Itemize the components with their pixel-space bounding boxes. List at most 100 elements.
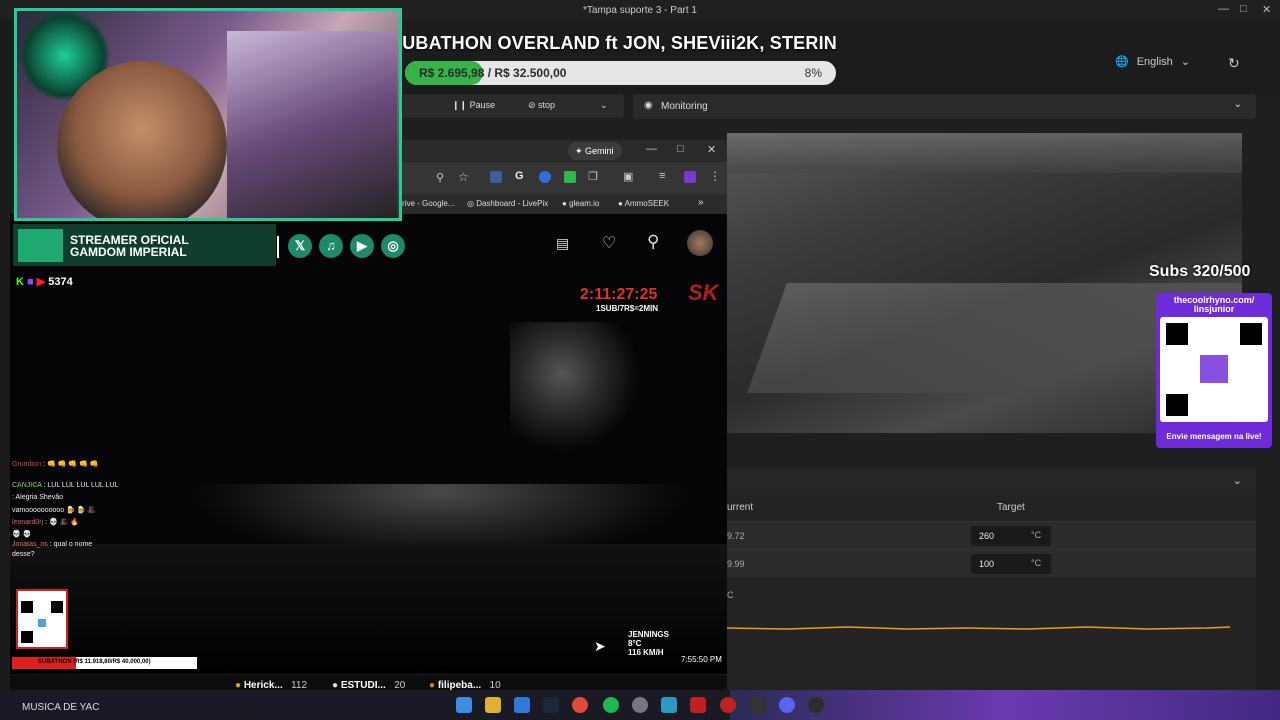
monitoring-panel-header[interactable]: ◉ Monitoring ⌄ [633,94,1256,119]
qr-message-card: thecoolrhyno.com/ linsjunior Envie mensa… [1156,293,1272,448]
bookmark-item[interactable]: rive - Google... [402,199,454,208]
subathon-title: SUBATHON OVERLAND ft JON, SHEViii2K, STE… [390,33,837,53]
bookmark-label: AmmoSEEK [624,199,670,208]
temperature-line [727,626,1231,630]
qr-center [38,619,46,627]
chat-message: CANJICA : LUL LUL LUL LUL LUL [12,482,118,489]
minimize-icon[interactable]: — [1218,3,1229,15]
hud-speed: 116 KM/H [628,648,664,657]
current-temp: 9.72 [727,531,745,541]
viewer-number: 5374 [48,276,73,288]
banner-line2: GAMDOM IMPERIAL [70,245,187,259]
tiktok-icon[interactable]: ♫ [319,234,343,258]
mouse-cursor-icon: ➤ [594,638,606,654]
gemini-button[interactable]: ✦ Gemini [568,142,622,160]
qr-logo [1200,355,1228,383]
bookmark-label: gleam.io [569,199,600,208]
screenshot-icon[interactable]: ▣ [623,170,633,183]
viewer-count: K ■ ▶ 5374 [16,275,73,288]
extension-icon[interactable] [684,171,696,183]
reading-list-icon[interactable]: ≡ [659,170,665,182]
refresh-icon[interactable]: ↻ [1228,55,1240,72]
extension-icon[interactable] [564,171,576,183]
grammarly-icon[interactable]: G [515,170,524,182]
language-selector[interactable]: 🌐 English ⌄ [1115,55,1190,69]
chevron-down-icon[interactable]: ⌄ [600,100,608,111]
maximize-icon[interactable]: □ [1240,3,1247,15]
windows-start-icon[interactable] [456,697,472,713]
current-temp: 9.99 [727,559,745,569]
qr-code [1160,317,1268,422]
chat-text: : qual o nome [49,541,93,548]
discord-icon[interactable] [779,697,795,713]
playlist-icon[interactable]: ▤ [556,235,569,252]
current-column-header: urrent [727,502,754,513]
record-icon[interactable] [720,697,736,713]
qr-marker [21,631,33,643]
stop-button[interactable]: ⊘ stop [528,100,555,111]
app-icon[interactable] [808,697,824,713]
heart-icon[interactable]: ♡ [602,233,616,253]
progress-percent: 8% [804,66,822,80]
bookmark-item[interactable]: ◎ Dashboard - LivePix [467,199,548,208]
close-icon[interactable]: ✕ [707,143,716,156]
chat-message: 💀 💀 [12,530,31,538]
star-icon[interactable]: ☆ [458,170,469,184]
unit-label: °C [1031,558,1042,568]
bookmark-item[interactable]: ● AmmoSEEK [618,199,669,208]
globe-icon: 🌐 [1115,56,1129,68]
chat-message: desse? [12,551,35,558]
pause-button[interactable]: ❙❙ Pause [452,100,495,111]
temperature-panel-header[interactable]: ⌄ [727,467,1256,494]
qr-marker [1166,394,1188,416]
maximize-icon[interactable]: □ [677,143,684,155]
browser-toolbar: ⚲ ☆ G ❐ ▣ ≡ ⋮ [402,162,727,194]
print-controls: ❙❙ Pause ⊘ stop ⌄ [402,94,624,118]
extension-icon[interactable] [490,171,502,183]
app-icon[interactable] [661,697,677,713]
chat-user: Grumbon [12,461,42,468]
qr-url: thecoolrhyno.com/ linsjunior [1173,295,1255,314]
spotify-icon[interactable] [603,697,619,713]
temperature-graph [727,626,1231,630]
puzzle-icon[interactable]: ❐ [588,170,598,183]
avatar[interactable] [687,230,713,256]
progress-amount: R$ 2.695,98 / R$ 32.500,00 [419,66,567,80]
subs-counter: Subs 320/500 [1149,263,1251,280]
extension-icon[interactable] [539,171,551,183]
chat-message: Grumbon : 👊 👊 👊 👊 👊 [12,460,98,468]
temperature-panel: ⌄ urrent Target 9.72 260 °C 9.99 100 °C … [727,467,1256,690]
app-icon[interactable] [690,697,706,713]
minimize-icon[interactable]: — [646,143,657,155]
browser-title-bar: — □ ✕ [402,140,727,162]
file-explorer-icon[interactable] [485,697,501,713]
bookmarks-bar: rive - Google... ◎ Dashboard - LivePix ●… [402,194,727,214]
pause-label: Pause [469,100,496,110]
chat-ticker: MUSICA DE YAC [22,702,100,713]
instagram-icon[interactable]: ◎ [381,234,405,258]
chat-text: : 👊 👊 👊 👊 👊 [43,461,99,468]
divider [277,236,279,258]
terminal-icon[interactable] [750,697,766,713]
outlook-icon[interactable] [514,697,530,713]
chevron-right-icon[interactable]: » [698,197,704,208]
chrome-icon[interactable] [572,697,588,713]
timer-rate: 1SUB/7R$=2MIN [596,304,659,313]
search-icon[interactable]: ⚲ [647,232,659,252]
youtube-icon: ▶ [36,276,46,288]
subathon-goal-bar: SUBATHON (R$ 11.918,80/R$ 40.000,00) [12,657,197,669]
x-icon[interactable]: 𝕏 [288,234,312,258]
close-icon[interactable]: ✕ [1262,3,1271,16]
youtube-icon[interactable]: ▶ [350,234,374,258]
zoom-icon[interactable]: ⚲ [436,171,444,184]
more-icon[interactable]: ⋮ [709,169,721,183]
chevron-down-icon: ⌄ [1180,56,1190,68]
chat-text: : Alegria Shevão [12,494,63,501]
app-icon[interactable] [632,697,648,713]
bookmark-item[interactable]: ● gleam.io [562,199,599,208]
chevron-down-icon[interactable]: ⌄ [1234,99,1242,110]
hud-location: JENNINGS [628,630,669,639]
chat-message: : Alegria Shevão [12,494,63,501]
steam-icon[interactable] [543,697,559,713]
chevron-down-icon[interactable]: ⌄ [1233,474,1242,487]
